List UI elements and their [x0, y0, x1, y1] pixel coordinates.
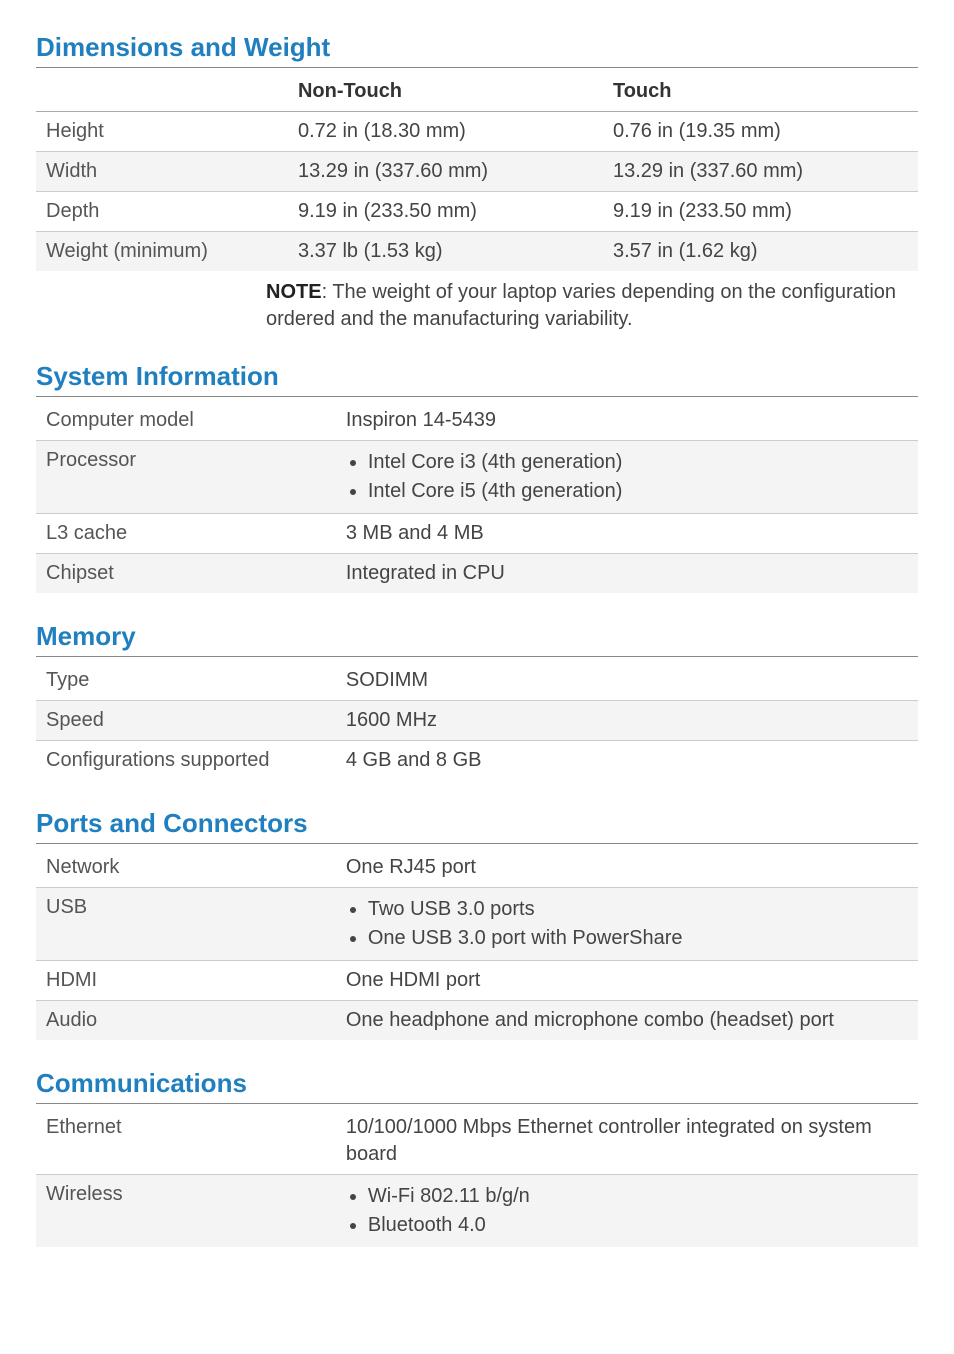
- table-row: Speed 1600 MHz: [36, 701, 918, 741]
- table-row: Computer model Inspiron 14-5439: [36, 401, 918, 441]
- system-table: Computer model Inspiron 14-5439 Processo…: [36, 401, 918, 593]
- row-value: 3.57 in (1.62 kg): [603, 232, 918, 272]
- dimensions-note: NOTE: The weight of your laptop varies d…: [36, 271, 918, 333]
- note-text: : The weight of your laptop varies depen…: [266, 281, 896, 330]
- row-value: 4 GB and 8 GB: [336, 741, 918, 781]
- row-label: Width: [36, 152, 288, 192]
- row-label: USB: [36, 888, 336, 961]
- row-value: Integrated in CPU: [336, 554, 918, 594]
- list-item: Bluetooth 4.0: [368, 1212, 908, 1239]
- row-value: 3.37 lb (1.53 kg): [288, 232, 603, 272]
- section-title-communications: Communications: [36, 1066, 918, 1104]
- list-item: Wi-Fi 802.11 b/g/n: [368, 1183, 908, 1210]
- row-label: Depth: [36, 192, 288, 232]
- note-label: NOTE: [266, 281, 322, 303]
- row-value: 1600 MHz: [336, 701, 918, 741]
- row-value: 10/100/1000 Mbps Ethernet controller int…: [336, 1108, 918, 1175]
- table-row: Configurations supported 4 GB and 8 GB: [36, 741, 918, 781]
- table-row: HDMI One HDMI port: [36, 961, 918, 1001]
- list-item: Intel Core i5 (4th generation): [368, 478, 908, 505]
- row-value: One headphone and microphone combo (head…: [336, 1001, 918, 1041]
- row-label: Ethernet: [36, 1108, 336, 1175]
- row-value: One HDMI port: [336, 961, 918, 1001]
- row-value: Intel Core i3 (4th generation) Intel Cor…: [336, 441, 918, 514]
- table-row: L3 cache 3 MB and 4 MB: [36, 514, 918, 554]
- dimensions-table: Non-Touch Touch Height 0.72 in (18.30 mm…: [36, 72, 918, 271]
- row-value: 9.19 in (233.50 mm): [603, 192, 918, 232]
- table-row: Wireless Wi-Fi 802.11 b/g/n Bluetooth 4.…: [36, 1175, 918, 1248]
- row-label: L3 cache: [36, 514, 336, 554]
- communications-table: Ethernet 10/100/1000 Mbps Ethernet contr…: [36, 1108, 918, 1247]
- row-value: 9.19 in (233.50 mm): [288, 192, 603, 232]
- row-value: 13.29 in (337.60 mm): [288, 152, 603, 192]
- row-label: Computer model: [36, 401, 336, 441]
- row-label: Speed: [36, 701, 336, 741]
- row-label: Processor: [36, 441, 336, 514]
- row-label: HDMI: [36, 961, 336, 1001]
- dimensions-header-touch: Touch: [603, 72, 918, 112]
- table-row: Ethernet 10/100/1000 Mbps Ethernet contr…: [36, 1108, 918, 1175]
- row-label: Type: [36, 661, 336, 701]
- ports-table: Network One RJ45 port USB Two USB 3.0 po…: [36, 848, 918, 1040]
- row-value: 3 MB and 4 MB: [336, 514, 918, 554]
- row-label: Weight (minimum): [36, 232, 288, 272]
- list-item: Intel Core i3 (4th generation): [368, 449, 908, 476]
- table-row: Depth 9.19 in (233.50 mm) 9.19 in (233.5…: [36, 192, 918, 232]
- dimensions-header-nontouch: Non-Touch: [288, 72, 603, 112]
- row-value: SODIMM: [336, 661, 918, 701]
- row-value: Wi-Fi 802.11 b/g/n Bluetooth 4.0: [336, 1175, 918, 1248]
- row-label: Audio: [36, 1001, 336, 1041]
- table-row: Chipset Integrated in CPU: [36, 554, 918, 594]
- row-label: Chipset: [36, 554, 336, 594]
- table-row: Weight (minimum) 3.37 lb (1.53 kg) 3.57 …: [36, 232, 918, 272]
- memory-table: Type SODIMM Speed 1600 MHz Configuration…: [36, 661, 918, 780]
- row-label: Network: [36, 848, 336, 888]
- table-row: Audio One headphone and microphone combo…: [36, 1001, 918, 1041]
- table-row: Type SODIMM: [36, 661, 918, 701]
- section-title-system: System Information: [36, 359, 918, 397]
- section-title-memory: Memory: [36, 619, 918, 657]
- list-item: One USB 3.0 port with PowerShare: [368, 925, 908, 952]
- row-value: 0.72 in (18.30 mm): [288, 112, 603, 152]
- table-row: USB Two USB 3.0 ports One USB 3.0 port w…: [36, 888, 918, 961]
- row-value: Inspiron 14-5439: [336, 401, 918, 441]
- row-value: 13.29 in (337.60 mm): [603, 152, 918, 192]
- table-row: Processor Intel Core i3 (4th generation)…: [36, 441, 918, 514]
- section-title-dimensions: Dimensions and Weight: [36, 30, 918, 68]
- row-value: One RJ45 port: [336, 848, 918, 888]
- row-label: Configurations supported: [36, 741, 336, 781]
- section-title-ports: Ports and Connectors: [36, 806, 918, 844]
- row-value: Two USB 3.0 ports One USB 3.0 port with …: [336, 888, 918, 961]
- table-row: Width 13.29 in (337.60 mm) 13.29 in (337…: [36, 152, 918, 192]
- table-row: Network One RJ45 port: [36, 848, 918, 888]
- list-item: Two USB 3.0 ports: [368, 896, 908, 923]
- row-label: Height: [36, 112, 288, 152]
- row-label: Wireless: [36, 1175, 336, 1248]
- row-value: 0.76 in (19.35 mm): [603, 112, 918, 152]
- table-row: Height 0.72 in (18.30 mm) 0.76 in (19.35…: [36, 112, 918, 152]
